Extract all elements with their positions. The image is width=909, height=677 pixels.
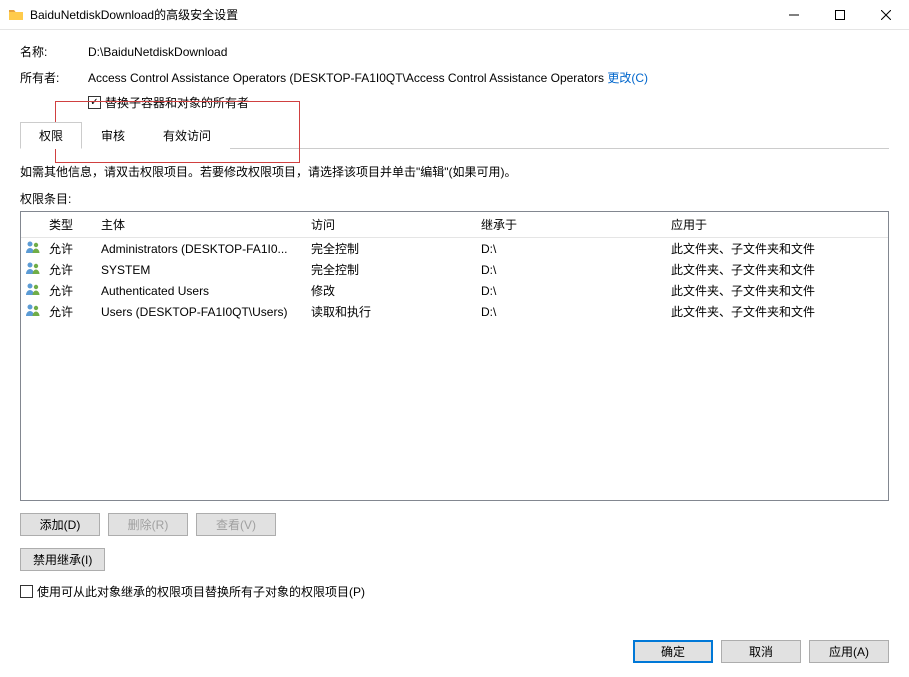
remove-button: 删除(R) (108, 513, 188, 536)
users-icon (25, 303, 41, 317)
cell-inherit: D:\ (477, 284, 667, 298)
cell-apply: 此文件夹、子文件夹和文件 (667, 303, 888, 320)
cell-principal: Users (DESKTOP-FA1I0QT\Users) (97, 305, 307, 319)
window-title: BaiduNetdiskDownload的高级安全设置 (30, 6, 771, 23)
dialog-content: 名称: D:\BaiduNetdiskDownload 所有者: Access … (0, 30, 909, 677)
replace-owner-row: ✓ 替换子容器和对象的所有者 (88, 94, 889, 111)
replace-children-label: 使用可从此对象继承的权限项目替换所有子对象的权限项目(P) (37, 583, 365, 600)
table-row[interactable]: 允许Authenticated Users修改D:\此文件夹、子文件夹和文件 (21, 280, 888, 301)
cell-access: 完全控制 (307, 240, 477, 257)
tab-audit[interactable]: 审核 (82, 122, 144, 149)
list-label: 权限条目: (20, 190, 889, 207)
inherit-buttons: 禁用继承(I) (20, 548, 889, 571)
cell-access: 读取和执行 (307, 303, 477, 320)
name-field: 名称: D:\BaiduNetdiskDownload (20, 42, 889, 62)
cell-apply: 此文件夹、子文件夹和文件 (667, 282, 888, 299)
folder-icon (8, 7, 24, 23)
tab-permissions[interactable]: 权限 (20, 122, 82, 149)
cell-principal: SYSTEM (97, 263, 307, 277)
disable-inherit-button[interactable]: 禁用继承(I) (20, 548, 105, 571)
dialog-buttons: 确定 取消 应用(A) (633, 640, 889, 663)
info-text: 如需其他信息，请双击权限项目。若要修改权限项目，请选择该项目并单击"编辑"(如果… (20, 163, 889, 180)
close-button[interactable] (863, 0, 909, 30)
change-owner-link[interactable]: 更改(C) (607, 71, 648, 85)
table-row[interactable]: 允许SYSTEM完全控制D:\此文件夹、子文件夹和文件 (21, 259, 888, 280)
tab-effective-access[interactable]: 有效访问 (144, 122, 230, 149)
titlebar: BaiduNetdiskDownload的高级安全设置 (0, 0, 909, 30)
cell-inherit: D:\ (477, 305, 667, 319)
owner-field: 所有者: Access Control Assistance Operators… (20, 68, 889, 88)
replace-children-checkbox[interactable] (20, 585, 33, 598)
cell-access: 完全控制 (307, 261, 477, 278)
col-inherit[interactable]: 继承于 (477, 216, 667, 233)
permission-header: 类型 主体 访问 继承于 应用于 (21, 212, 888, 238)
col-access[interactable]: 访问 (307, 216, 477, 233)
apply-button[interactable]: 应用(A) (809, 640, 889, 663)
col-type[interactable]: 类型 (45, 216, 97, 233)
replace-owner-label: 替换子容器和对象的所有者 (105, 94, 249, 111)
cell-principal: Authenticated Users (97, 284, 307, 298)
ok-button[interactable]: 确定 (633, 640, 713, 663)
cell-principal: Administrators (DESKTOP-FA1I0... (97, 242, 307, 256)
col-apply[interactable]: 应用于 (667, 216, 888, 233)
cell-type: 允许 (45, 303, 97, 320)
cell-inherit: D:\ (477, 242, 667, 256)
owner-value: Access Control Assistance Operators (DES… (88, 68, 889, 88)
minimize-button[interactable] (771, 0, 817, 30)
window-controls (771, 0, 909, 30)
cell-apply: 此文件夹、子文件夹和文件 (667, 261, 888, 278)
maximize-button[interactable] (817, 0, 863, 30)
tabs: 权限 审核 有效访问 (20, 121, 889, 149)
table-row[interactable]: 允许Administrators (DESKTOP-FA1I0...完全控制D:… (21, 238, 888, 259)
add-button[interactable]: 添加(D) (20, 513, 100, 536)
owner-label: 所有者: (20, 68, 88, 88)
cell-type: 允许 (45, 282, 97, 299)
name-label: 名称: (20, 42, 88, 62)
cell-type: 允许 (45, 240, 97, 257)
view-button: 查看(V) (196, 513, 276, 536)
name-value: D:\BaiduNetdiskDownload (88, 42, 889, 62)
table-row[interactable]: 允许Users (DESKTOP-FA1I0QT\Users)读取和执行D:\此… (21, 301, 888, 322)
permission-list[interactable]: 类型 主体 访问 继承于 应用于 允许Administrators (DESKT… (20, 211, 889, 501)
users-icon (25, 282, 41, 296)
users-icon (25, 240, 41, 254)
replace-children-row: 使用可从此对象继承的权限项目替换所有子对象的权限项目(P) (20, 583, 889, 600)
cancel-button[interactable]: 取消 (721, 640, 801, 663)
cell-apply: 此文件夹、子文件夹和文件 (667, 240, 888, 257)
action-buttons: 添加(D) 删除(R) 查看(V) (20, 513, 889, 536)
cell-type: 允许 (45, 261, 97, 278)
users-icon (25, 261, 41, 275)
owner-text: Access Control Assistance Operators (DES… (88, 71, 604, 85)
col-principal[interactable]: 主体 (97, 216, 307, 233)
cell-access: 修改 (307, 282, 477, 299)
cell-inherit: D:\ (477, 263, 667, 277)
replace-owner-checkbox[interactable]: ✓ (88, 96, 101, 109)
